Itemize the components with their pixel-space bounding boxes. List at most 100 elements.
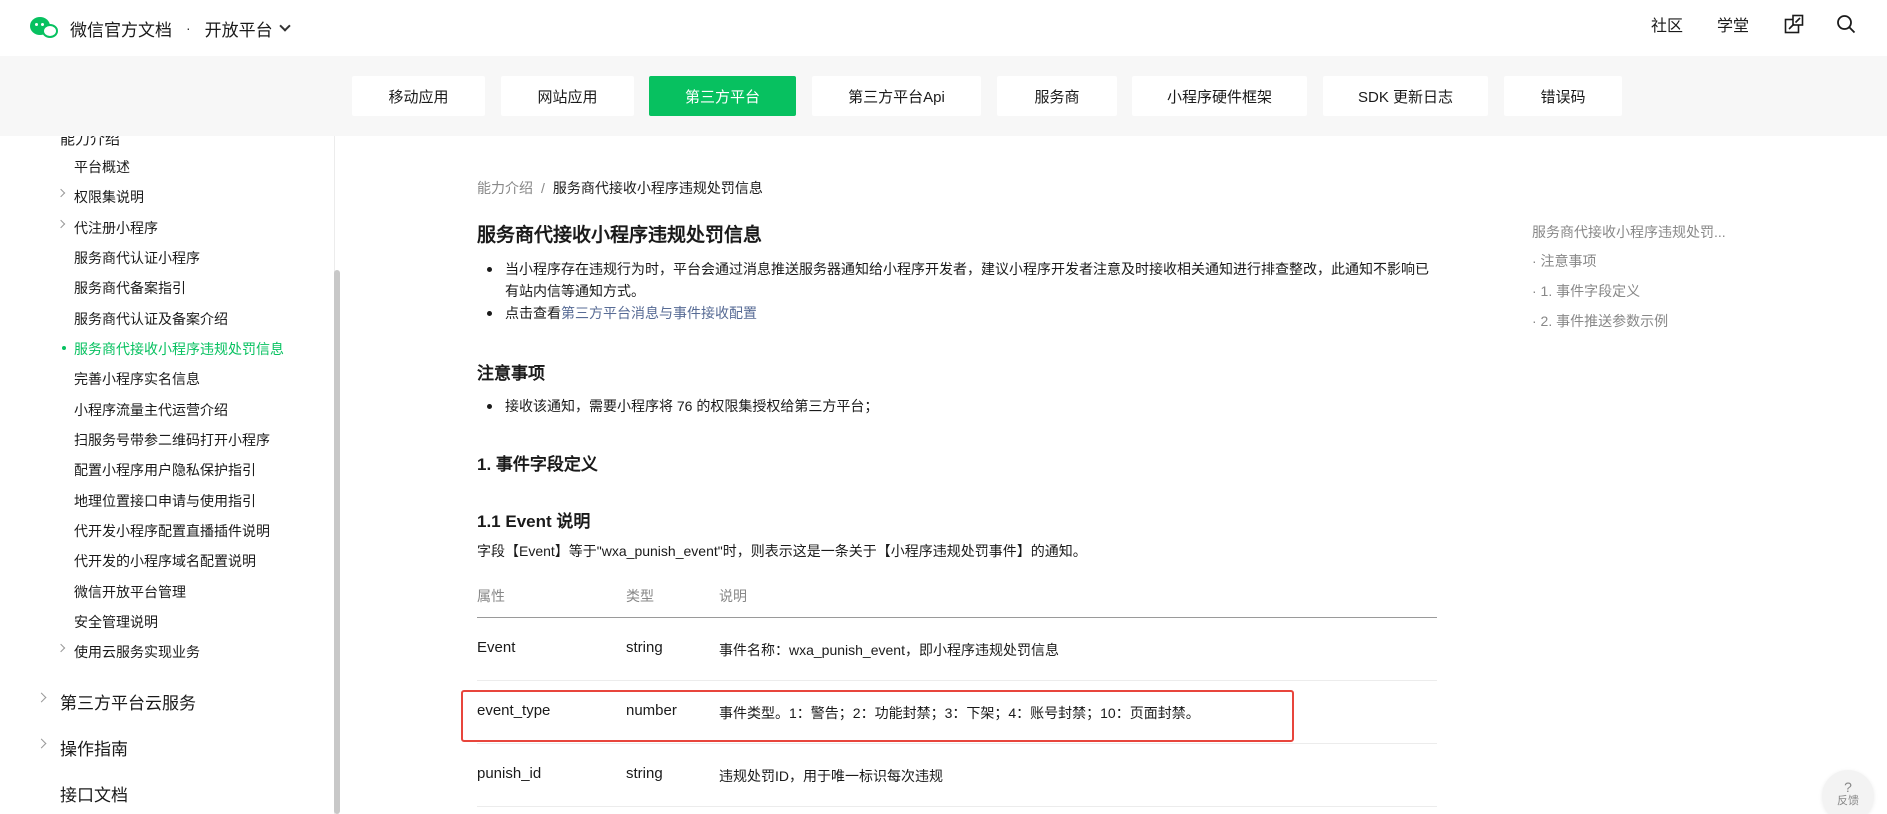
chevron-right-icon	[56, 643, 66, 653]
chevron-down-icon	[279, 20, 291, 32]
sidebar-item-label: 配置小程序用户隐私保护指引	[74, 462, 256, 478]
tab-sdk-changelog[interactable]: SDK 更新日志	[1323, 76, 1488, 116]
highlight-box	[461, 690, 1294, 742]
chevron-right-icon	[36, 738, 47, 749]
sidebar-item-domain-config[interactable]: 代开发的小程序域名配置说明	[74, 551, 256, 571]
sidebar-item-open-platform-management[interactable]: 微信开放平台管理	[74, 582, 186, 602]
section-event-description: 字段【Event】等于"wxa_punish_event"时，则表示这是一条关于…	[477, 543, 1087, 559]
brand-name: 微信官方文档	[70, 20, 172, 40]
chevron-right-icon	[56, 219, 66, 229]
sidebar-item-label: 代注册小程序	[74, 220, 158, 236]
sidebar-item-label: 代开发小程序配置直播插件说明	[74, 523, 270, 539]
tab-error-codes[interactable]: 错误码	[1504, 76, 1622, 116]
sidebar-nav: 能力介绍 平台概述 权限集说明 代注册小程序 服务商代认证小程序 服务商代备案指…	[0, 136, 334, 814]
breadcrumb: 能力介绍 / 服务商代接收小程序违规处罚信息	[477, 178, 763, 198]
table-header: 属性 类型 说明	[477, 576, 1437, 618]
list-item: 接收该通知，需要小程序将 76 的权限集授权给第三方平台；	[477, 395, 1437, 417]
sidebar-item-permissions[interactable]: 权限集说明	[56, 187, 144, 207]
question-icon: ?	[1844, 779, 1852, 795]
section-event-description-heading: 1.1 Event 说明	[477, 512, 591, 531]
tab-hardware-framework[interactable]: 小程序硬件框架	[1132, 76, 1307, 116]
message-config-link[interactable]: 第三方平台消息与事件接收配置	[561, 305, 757, 321]
brand-separator: ·	[186, 20, 191, 36]
sidebar-item-platform-overview[interactable]: 平台概述	[74, 157, 130, 177]
academy-link[interactable]: 学堂	[1717, 12, 1749, 36]
cell-description: 违规处罚ID，用于唯一标识每次违规	[719, 768, 943, 784]
column-header-attribute: 属性	[477, 588, 505, 604]
table-row: Event string 事件名称：wxa_punish_event，即小程序违…	[477, 618, 1437, 681]
sidebar-item-label: 小程序流量主代运营介绍	[74, 402, 228, 418]
sidebar-item-security-management[interactable]: 安全管理说明	[74, 612, 158, 632]
sidebar-item-label: 地理位置接口申请与使用指引	[74, 493, 256, 509]
sidebar-item-privacy-guide[interactable]: 配置小程序用户隐私保护指引	[74, 460, 256, 480]
tab-website-app[interactable]: 网站应用	[501, 76, 634, 116]
chevron-right-icon	[56, 188, 66, 198]
feedback-button[interactable]: ? 反馈	[1822, 770, 1874, 814]
notes-text: 接收该通知，需要小程序将 76 的权限集授权给第三方平台；	[505, 398, 879, 414]
tab-mobile-app[interactable]: 移动应用	[352, 76, 485, 116]
sidebar-item-label: 扫服务号带参二维码打开小程序	[74, 432, 270, 448]
breadcrumb-separator: /	[541, 180, 545, 196]
sidebar-clipped-title[interactable]: 能力介绍	[60, 136, 120, 149]
tab-service-provider[interactable]: 服务商	[997, 76, 1117, 116]
event-fields-table: 属性 类型 说明 Event string 事件名称：wxa_punish_ev…	[461, 576, 1437, 807]
sidebar-item-qrcode-open[interactable]: 扫服务号带参二维码打开小程序	[74, 430, 270, 450]
sidebar-item-cloud-service-business[interactable]: 使用云服务实现业务	[56, 642, 200, 662]
column-header-type: 类型	[626, 588, 654, 604]
tab-third-party-api[interactable]: 第三方平台Api	[812, 76, 981, 116]
cell-type: string	[626, 639, 663, 656]
open-external-icon[interactable]	[1783, 13, 1805, 35]
intro-prefix: 点击查看	[505, 305, 561, 321]
search-icon[interactable]	[1835, 13, 1857, 35]
top-header: 微信官方文档 · 开放平台 社区 学堂	[0, 0, 1887, 56]
sidebar-item-location-api[interactable]: 地理位置接口申请与使用指引	[74, 491, 256, 511]
sidebar-section-cloud-service[interactable]: 第三方平台云服务	[36, 689, 196, 714]
active-dot-icon	[62, 346, 66, 350]
sidebar-section-operation-guide[interactable]: 操作指南	[36, 735, 128, 760]
wechat-logo-icon	[30, 15, 60, 41]
chevron-right-icon	[36, 692, 47, 703]
sidebar-item-label: 服务商代认证及备案介绍	[74, 311, 228, 327]
list-item: 点击查看第三方平台消息与事件接收配置	[477, 302, 1437, 324]
sidebar-item-register-miniprogram[interactable]: 代注册小程序	[56, 218, 158, 238]
platform-label: 开放平台	[204, 20, 273, 40]
platform-dropdown[interactable]: 开放平台	[204, 16, 291, 41]
sidebar-scrollbar[interactable]	[334, 270, 340, 814]
cell-type: string	[626, 765, 663, 782]
sidebar-item-proxy-filing[interactable]: 服务商代备案指引	[74, 278, 186, 298]
sidebar-item-certification-filing-intro[interactable]: 服务商代认证及备案介绍	[74, 309, 228, 329]
cell-name: Event	[477, 639, 516, 656]
sidebar-item-violation-info[interactable]: 服务商代接收小程序违规处罚信息	[62, 339, 284, 359]
sidebar-item-traffic-operation[interactable]: 小程序流量主代运营介绍	[74, 400, 228, 420]
sidebar-section-label: 第三方平台云服务	[60, 694, 196, 713]
toc-item-title[interactable]: 服务商代接收小程序违规处罚...	[1532, 222, 1726, 242]
cell-description: 事件名称：wxa_punish_event，即小程序违规处罚信息	[719, 642, 1059, 658]
sidebar-item-label: 权限集说明	[74, 189, 144, 205]
sidebar-item-proxy-certification[interactable]: 服务商代认证小程序	[74, 248, 200, 268]
brand[interactable]: 微信官方文档 · 开放平台	[30, 15, 291, 41]
sidebar-item-live-plugin[interactable]: 代开发小程序配置直播插件说明	[74, 521, 270, 541]
sidebar-item-label: 安全管理说明	[74, 614, 158, 630]
sidebar-item-label: 服务商代接收小程序违规处罚信息	[74, 341, 284, 357]
toc-item-notes[interactable]: · 注意事项	[1532, 251, 1597, 271]
toc-item-event-fields[interactable]: · 1. 事件字段定义	[1532, 281, 1640, 301]
sidebar-item-label: 完善小程序实名信息	[74, 371, 200, 387]
table-row: punish_id string 违规处罚ID，用于唯一标识每次违规	[477, 744, 1437, 807]
breadcrumb-parent-link[interactable]: 能力介绍	[477, 180, 533, 196]
header-actions: 社区 学堂	[1651, 0, 1887, 48]
intro-text: 当小程序存在违规行为时，平台会通过消息推送服务器通知给小程序开发者，建议小程序开…	[505, 261, 1429, 299]
toc-item-push-params[interactable]: · 2. 事件推送参数示例	[1532, 311, 1668, 331]
notes-heading: 注意事项	[477, 364, 545, 383]
page-title: 服务商代接收小程序违规处罚信息	[477, 225, 763, 246]
sidebar-item-label: 代开发的小程序域名配置说明	[74, 553, 256, 569]
feedback-label: 反馈	[1837, 795, 1859, 807]
section-event-fields-heading: 1. 事件字段定义	[477, 455, 598, 474]
sidebar-item-label: 服务商代认证小程序	[74, 250, 200, 266]
community-link[interactable]: 社区	[1651, 12, 1683, 36]
category-tabbar: 移动应用 网站应用 第三方平台 第三方平台Api 服务商 小程序硬件框架 SDK…	[0, 56, 1887, 136]
sidebar-section-api-docs[interactable]: 接口文档	[60, 781, 128, 806]
sidebar-item-realname-info[interactable]: 完善小程序实名信息	[74, 369, 200, 389]
sidebar-section-label: 接口文档	[60, 786, 128, 805]
tab-third-party-platform[interactable]: 第三方平台	[649, 76, 796, 116]
intro-list: 当小程序存在违规行为时，平台会通过消息推送服务器通知给小程序开发者，建议小程序开…	[477, 258, 1437, 324]
